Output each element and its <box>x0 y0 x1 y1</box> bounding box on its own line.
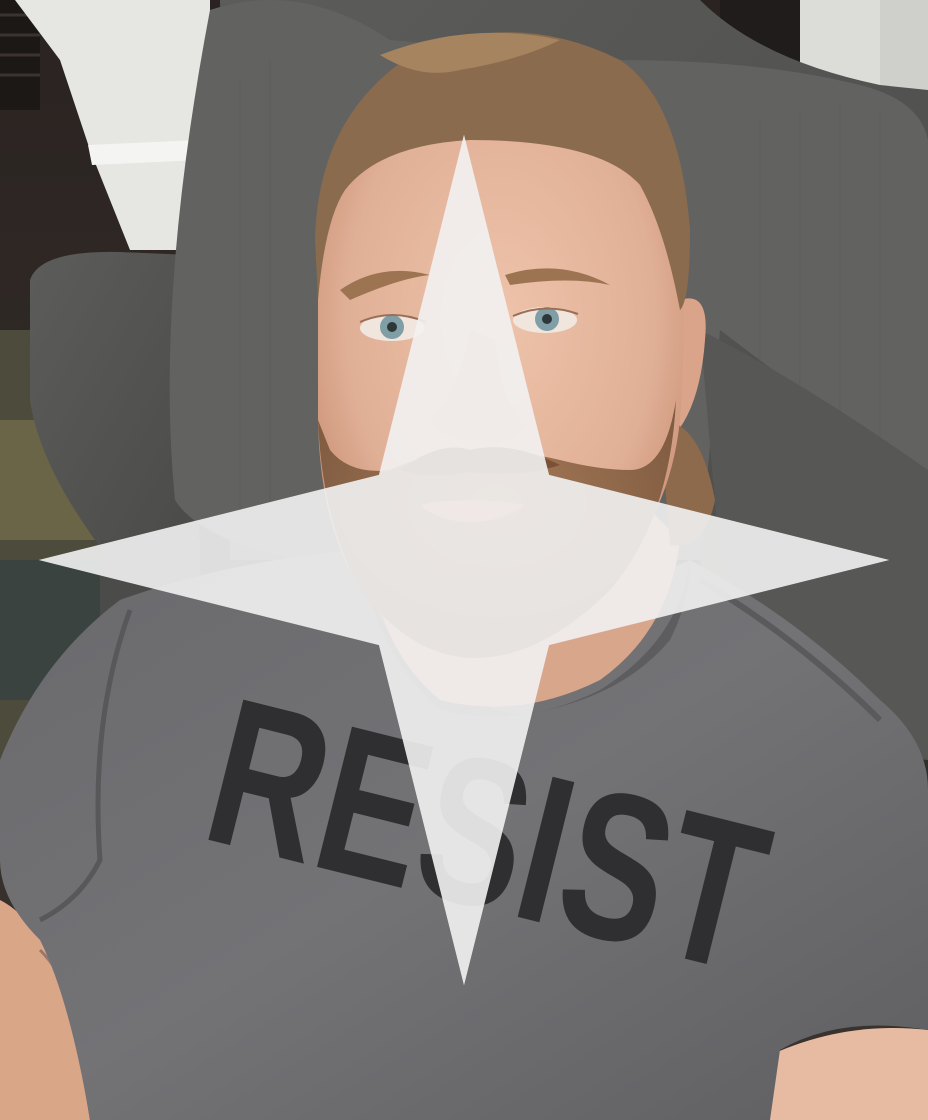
sparkle-icon <box>38 134 890 986</box>
selfie-photo: RESIST <box>0 0 928 1120</box>
